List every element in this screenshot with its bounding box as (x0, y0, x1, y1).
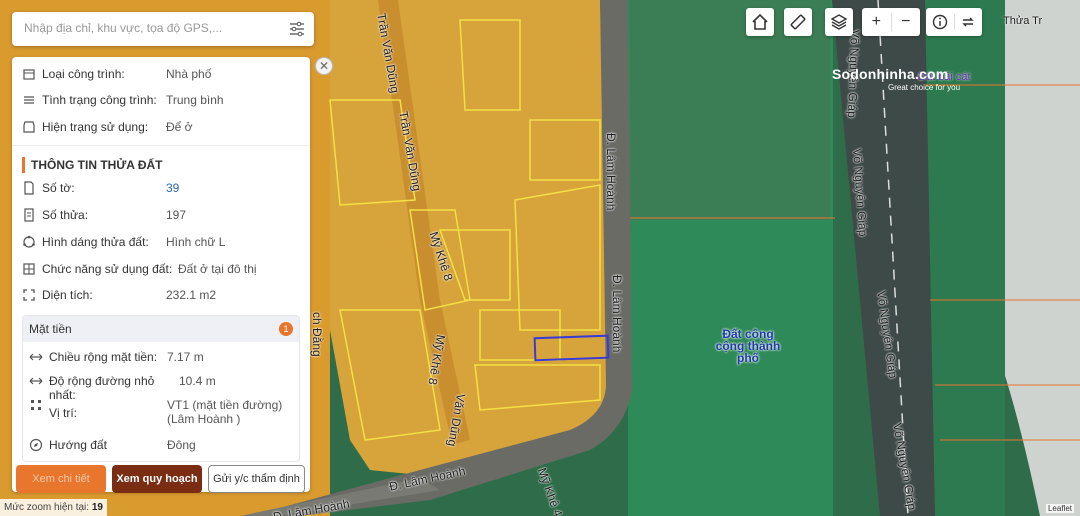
info-swap-control (926, 8, 982, 36)
info-row-shape: Hình dáng thửa đất: Hình chữ L (22, 232, 302, 252)
document-icon (24, 181, 34, 195)
value: VT1 (mặt tiền đường)(Lâm Hoành ) (167, 398, 283, 426)
info-row-lot: Số thửa: 197 (22, 205, 302, 225)
zoom-control: + − (862, 8, 920, 36)
label: Tình trạng công trình: (42, 93, 157, 107)
grid-icon (23, 263, 35, 275)
value: Để ở (166, 120, 193, 134)
label: Chiều rộng mặt tiền: (49, 350, 158, 364)
value: 7.17 m (167, 350, 204, 364)
frontage-header[interactable]: Mặt tiền 1 (23, 316, 299, 342)
shape-icon (23, 235, 35, 248)
map-attribution[interactable]: Leaflet (1045, 504, 1074, 513)
value-link[interactable]: 39 (166, 181, 179, 195)
zoom-label: Mức zoom hiện tại: (4, 502, 90, 513)
layers-icon (830, 14, 848, 30)
frontage-row-position: Vị trí: VT1 (mặt tiền đường)(Lâm Hoành ) (29, 398, 295, 426)
label: Hình dáng thửa đất: (42, 235, 149, 249)
zoom-in-button[interactable]: + (862, 13, 892, 31)
info-panel: Loại công trình: Nhà phố Tình trạng công… (12, 57, 310, 492)
expand-icon (23, 289, 35, 301)
compass-icon (29, 438, 43, 452)
info-row-type: Loại công trình: Nhà phố (22, 64, 302, 84)
info-row-area: Diện tích: 232.1 m2 (22, 285, 302, 305)
brand-name: Sodonhinha.com (832, 66, 949, 82)
home-button[interactable] (746, 8, 774, 36)
road-width-icon (29, 377, 43, 385)
brand-tagline: Great choice for you (888, 83, 961, 92)
road-label: ch Đằng (310, 312, 324, 357)
value: Nhà phố (166, 67, 212, 81)
label: Chức năng sử dụng đất: (42, 262, 173, 276)
label: Diện tích: (42, 288, 93, 302)
swap-icon (962, 17, 974, 27)
swap-button[interactable] (955, 14, 983, 30)
label: Loại công trình: (42, 67, 125, 81)
label: Vị trí: (49, 406, 78, 420)
store-icon (23, 121, 35, 133)
zone-label: Đất công cộng thành phố (715, 327, 781, 365)
list-icon (24, 208, 34, 222)
zoom-level-indicator: Mức zoom hiện tại: 19 (0, 499, 107, 516)
value: 197 (166, 208, 187, 222)
label: Hiện trạng sử dụng: (42, 120, 149, 134)
info-button[interactable] (926, 14, 955, 30)
search-bar (12, 12, 314, 46)
label: Số thửa: (42, 208, 89, 222)
info-row-condition: Tình trạng công trình: Trung bình (22, 90, 302, 110)
frontage-title: Mặt tiền (29, 322, 72, 336)
building-icon (23, 69, 35, 80)
close-icon[interactable]: ✕ (315, 57, 333, 75)
info-row-sheet: Số tờ: 39 (22, 178, 302, 198)
ruler-icon (790, 14, 806, 30)
value: Đất ở tại đô thị (178, 262, 257, 276)
divider (12, 145, 310, 146)
zoom-out-button[interactable]: − (892, 13, 921, 31)
info-row-function: Chức năng sử dụng đất: Đất ở tại đô thị (22, 259, 302, 279)
label: Hướng đất (49, 438, 107, 452)
position-icon (31, 400, 41, 410)
value: Trung bình (166, 93, 224, 107)
view-detail-button[interactable]: Xem chi tiết (16, 465, 106, 493)
search-input[interactable] (22, 20, 266, 36)
frontage-box: Mặt tiền 1 Chiều rộng mặt tiền: 7.17 m Đ… (22, 315, 300, 462)
brand-watermark: Sodonhinha.com Great choice for you (832, 66, 960, 92)
map-label: Thửa Tr (1003, 15, 1043, 27)
info-icon (932, 14, 947, 30)
action-bar: Xem chi tiết Xem quy hoạch Gửi y/c thẩm … (16, 465, 305, 493)
zoom-value: 19 (91, 502, 103, 513)
home-icon (752, 13, 768, 30)
ruler-button[interactable] (784, 8, 812, 36)
label: Số tờ: (42, 181, 75, 195)
frontage-count-badge: 1 (279, 322, 293, 336)
road-label: Đ. Lâm Hoành (610, 275, 624, 353)
value: 232.1 m2 (166, 288, 217, 302)
frontage-row-direction: Hướng đất Đông (29, 438, 295, 452)
section-title: THÔNG TIN THỬA ĐẤT (22, 157, 163, 173)
value: Đông (167, 438, 196, 452)
view-planning-button[interactable]: Xem quy hoạch (112, 465, 202, 493)
request-appraisal-button[interactable]: Gửi y/c thẩm định (208, 465, 305, 493)
value: Hình chữ L (166, 235, 226, 249)
width-icon (29, 353, 43, 361)
layers-button[interactable] (825, 8, 853, 36)
filter-icon[interactable] (288, 20, 306, 38)
sliders-icon (24, 96, 34, 104)
frontage-row-width: Chiều rộng mặt tiền: 7.17 m (29, 350, 295, 364)
info-row-usage: Hiện trạng sử dụng: Để ở (22, 117, 302, 137)
road-label: Đ. Lâm Hoành (604, 133, 618, 211)
